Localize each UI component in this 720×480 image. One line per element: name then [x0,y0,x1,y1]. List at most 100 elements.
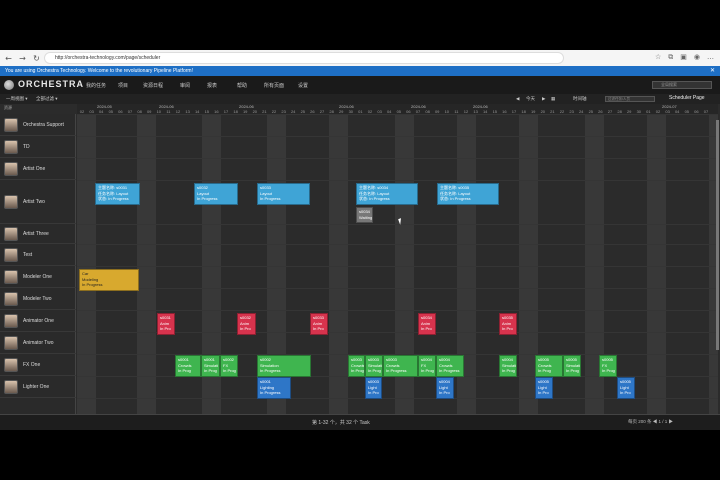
app-header: ORCHESTRA 我的任务 项目 资源日程 审阅 报表 帮助 所有页面 设置 … [0,76,720,94]
close-icon[interactable]: ✕ [710,66,715,76]
task-line: In Progress [197,196,218,201]
task-bar[interactable]: s0034 Anim In Pro [418,313,436,335]
resource-row[interactable]: Animator One [0,310,76,332]
resource-row[interactable]: TD [0,136,76,158]
resource-row[interactable]: Artist One [0,158,76,180]
task-bar[interactable]: s0033 Layout In Progress [257,183,310,205]
task-bar[interactable]: s0002 FX In Prog [220,355,238,377]
resource-row[interactable]: Lighter One [0,376,76,398]
extension-icon[interactable]: ⧉ [668,53,673,62]
task-bar[interactable]: s0003 Crowds In Progress [383,355,418,377]
task-bar[interactable]: s0001 Simulati In Prog [201,355,220,377]
task-bar[interactable]: s0032 Anim In Pro [237,313,256,335]
task-line: In Progress [439,368,460,373]
avatar [4,248,18,262]
menu-projects[interactable]: 项目 [118,82,128,89]
task-bar[interactable]: s0005 Simulati In Prog [563,355,581,377]
resource-row[interactable]: Animator Two [0,332,76,354]
weekend-column [329,114,348,414]
task-line: In Prog [602,368,615,373]
resource-row[interactable]: Test [0,244,76,266]
filter-search-input[interactable]: 过滤任务/人员 [605,96,655,102]
task-bar[interactable]: s0004 Light In Pro [436,377,454,399]
row-divider [77,224,718,225]
task-bar[interactable]: s0004 FX In Prog [418,355,436,377]
task-line: s0002 [223,357,234,362]
task-bar[interactable]: s0003 Simulati In Prog [365,355,383,377]
resource-row[interactable]: FX One [0,354,76,376]
resource-row[interactable]: Orchestra Support [0,114,76,136]
menu-settings[interactable]: 设置 [298,82,308,89]
task-line: In Prog [421,368,434,373]
vertical-scrollbar[interactable] [716,120,719,350]
forward-icon[interactable]: → [18,54,27,63]
task-bar[interactable]: Car Modeling In Progress [79,269,139,291]
grid-toggle-icon[interactable]: ▦ [551,96,555,102]
filter-dropdown[interactable]: 全部过滤 ▾ [36,96,58,102]
task-line: s0003 [351,357,362,362]
menu-all-pages[interactable]: 所有页面 [264,82,284,89]
schedule-grid[interactable]: 2024-05 2024-06 2024-06 2024-06 2024-06 2024-… [77,104,718,414]
resource-name: FX One [23,362,41,368]
collections-icon[interactable]: ▣ [680,53,687,62]
row-divider [77,180,718,181]
task-line: In Progress [260,390,281,395]
task-line: In Prog [368,368,381,373]
scheduler-page-button[interactable]: Scheduler Page [669,95,705,101]
menu-resource-schedule[interactable]: 资源日程 [143,82,163,89]
task-bar[interactable]: s0004 Crowds In Progress [436,355,464,377]
timeline-button[interactable]: 时间轴 [573,96,587,102]
task-line: In Pro [620,390,631,395]
resource-row[interactable]: Modeler Two [0,288,76,310]
resource-row[interactable]: Artist Two [0,180,76,224]
global-search-input[interactable]: 全局搜索 [652,81,712,89]
resource-row[interactable]: Modeler One [0,266,76,288]
task-bar[interactable]: s0001 Lighting In Progress [257,377,291,399]
menu-icon[interactable]: … [707,53,714,62]
task-bar[interactable]: s0032 Layout In Progress [194,183,238,205]
task-bar[interactable]: 主题名称: s0035 任务名称: Layout 状态: In Progress [437,183,499,205]
task-bar[interactable]: s0005 Light In Pro [617,377,635,399]
task-bar[interactable]: s0005 Light In Pro [535,377,553,399]
profile-icon[interactable]: ◉ [694,53,700,62]
task-bar[interactable]: s0005 FX In Prog [599,355,617,377]
task-line: In Progress [260,368,281,373]
today-button[interactable]: 今天 [526,96,535,102]
grid-body[interactable]: 主题名称: s0031 任务名称: Layout 状态: In Progress s0… [77,114,718,414]
resource-name: Artist Three [23,231,49,237]
pager[interactable]: 每页 200 条 ◀ 1 / 1 ▶ [628,419,673,425]
url-bar[interactable]: http://orchestra-technology.com/page/sch… [44,52,564,64]
refresh-icon[interactable]: ↻ [32,54,41,63]
avatar [4,140,18,154]
task-bar[interactable]: 主题名称: s0031 任务名称: Layout 状态: In Progress [95,183,140,205]
task-bar[interactable]: s0034 Waiting [356,207,373,223]
avatar [4,314,18,328]
task-line: In Pro [368,390,379,395]
task-bar[interactable]: s0002 Simulation In Progress [257,355,311,377]
task-bar[interactable]: s0001 Crowds In Prog [175,355,201,377]
back-icon[interactable]: ← [4,54,13,63]
menu-reports[interactable]: 报表 [207,82,217,89]
task-bar[interactable]: s0003 Light In Pro [365,377,382,399]
star-icon[interactable]: ☆ [655,53,661,62]
prev-button[interactable]: ◀ [516,96,519,102]
menu-review[interactable]: 审阅 [180,82,190,89]
next-button[interactable]: ▶ [542,96,545,102]
menu-my-tasks[interactable]: 我的任务 [86,82,106,89]
task-line: s0005 [566,357,577,362]
task-bar[interactable]: s0031 Anim In Pro [157,313,175,335]
task-bar[interactable]: s0005 Crowds In Prog [535,355,563,377]
task-bar[interactable]: s0004 Simulati In Prog [499,355,517,377]
avatar [4,292,18,306]
app-logo[interactable]: ORCHESTRA [18,79,84,89]
task-line: 状态: In Progress [440,196,471,201]
menu-help[interactable]: 帮助 [237,82,247,89]
view-dropdown[interactable]: 一周视图 ▾ [6,96,28,102]
task-bar[interactable]: s0035 Anim In Pro [499,313,517,335]
task-bar[interactable]: s0003 Crowds In Prog [348,355,365,377]
task-bar[interactable]: 主题名称: s0034 任务名称: Layout 状态: In Progress [356,183,418,205]
notice-text: You are using Orchestra Technology. Welc… [5,68,193,74]
status-bar: 第 1-32 个，共 32 个 Task 每页 200 条 ◀ 1 / 1 ▶ [0,414,720,430]
resource-row[interactable]: Artist Three [0,224,76,244]
task-bar[interactable]: s0033 Anim In Pro [310,313,328,335]
